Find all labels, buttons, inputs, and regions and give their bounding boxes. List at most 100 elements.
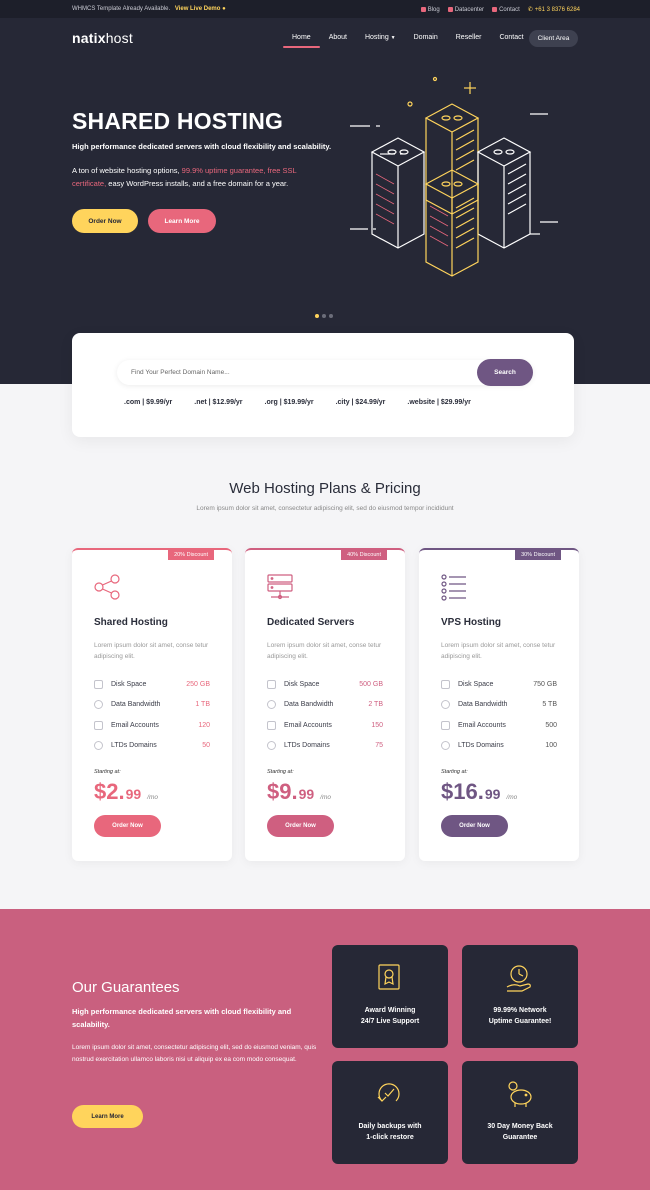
domain-search-button[interactable]: Search — [477, 359, 533, 386]
price-main: $16. — [441, 779, 484, 804]
site-logo[interactable]: natixhost — [72, 30, 133, 46]
price-period: /mo — [320, 794, 332, 801]
server-left — [370, 137, 426, 249]
disk-icon — [267, 679, 276, 689]
hero-desc-end: easy WordPress installs, and a free doma… — [106, 179, 289, 188]
plan-name: VPS Hosting — [441, 617, 502, 628]
feature-label: LTDs Domains — [111, 742, 157, 750]
discount-badge: 40% Discount — [341, 550, 387, 560]
live-demo-link[interactable]: View Live Demo — [175, 6, 221, 12]
feature-value: 2 TB — [368, 701, 383, 709]
starting-label: Starting at: — [94, 769, 121, 775]
server-illustration — [350, 76, 558, 277]
plan-order-button[interactable]: Order Now — [94, 815, 161, 837]
feature-label: Email Accounts — [284, 721, 332, 729]
guarantee-text: 99.99% Network Uptime Guarantee! — [462, 1005, 578, 1027]
hero-order-button[interactable]: Order Now — [72, 209, 138, 233]
price-period: /mo — [506, 794, 518, 801]
disk-icon — [441, 679, 450, 689]
feature-label: Data Bandwidth — [458, 701, 508, 709]
guarantee-line-1: 30 Day Money Back — [487, 1123, 553, 1130]
plan-price: $9. 99/mo — [267, 779, 331, 805]
phone-number: +61 3 8376 6284 — [534, 6, 580, 13]
feature-disk: Disk Space 750 GB — [441, 674, 557, 695]
plan-features: Disk Space 750 GB Data Bandwidth 5 TB Emai… — [441, 674, 557, 756]
tld-com: .com | $9.99/yr — [124, 399, 173, 406]
notice-text: WHMCS Template Already Available. — [72, 6, 171, 12]
clock-hand-icon — [506, 965, 531, 992]
feature-value: 250 GB — [186, 680, 210, 688]
nav-domain[interactable]: Domain — [405, 34, 447, 41]
feature-domains: LTDs Domains 75 — [267, 736, 383, 757]
guarantee-card-moneyback: 30 Day Money Back Guarantee — [462, 1061, 578, 1164]
feature-label: Data Bandwidth — [284, 701, 334, 709]
slider-dot-2[interactable] — [322, 314, 326, 318]
envelope-icon — [441, 720, 450, 730]
phone-link[interactable]: ✆ +61 3 8376 6284 — [528, 6, 580, 14]
contact-link[interactable]: Contact — [492, 7, 520, 13]
main-nav: Home About Hosting ▼ Domain Reseller Con… — [283, 34, 533, 48]
price-period: /mo — [147, 794, 159, 801]
server-right — [476, 137, 532, 249]
slider-dot-3[interactable] — [329, 314, 333, 318]
guarantee-line-1: Award Winning — [364, 1007, 416, 1014]
tld-website: .website | $29.99/yr — [407, 399, 471, 406]
plan-description: Lorem ipsum dolor sit amet, conse tetur … — [267, 642, 382, 660]
server-rack-icon — [267, 574, 293, 600]
hero-description: A ton of website hosting options, 99.9% … — [72, 164, 332, 190]
nav-home[interactable]: Home — [283, 34, 320, 48]
plan-order-button[interactable]: Order Now — [441, 815, 508, 837]
datacenter-link[interactable]: Datacenter — [447, 6, 485, 13]
guarantee-line-2: 24/7 Live Support — [360, 1018, 420, 1025]
nav-reseller[interactable]: Reseller — [447, 34, 491, 41]
feature-bandwidth: Data Bandwidth 5 TB — [441, 695, 557, 716]
guarantee-line-2: Guarantee — [502, 1134, 538, 1141]
plan-card-dedicated: 40% Discount Dedicated Servers Lorem ips… — [245, 548, 405, 861]
guarantee-line-1: 99.99% Network — [493, 1007, 547, 1014]
price-cents: 99 — [125, 786, 142, 802]
feature-value: 500 — [545, 721, 557, 729]
slider-dot-1[interactable] — [315, 314, 319, 318]
nav-hosting-label: Hosting — [364, 34, 389, 41]
discount-badge: 20% Discount — [168, 550, 214, 560]
feature-bandwidth: Data Bandwidth 2 TB — [267, 695, 383, 716]
tld-org: .org | $19.99/yr — [264, 399, 314, 406]
nav-hosting[interactable]: Hosting ▼ — [356, 34, 405, 41]
feature-label: Disk Space — [458, 680, 494, 688]
caret-down-icon: ▼ — [390, 35, 396, 41]
feature-bandwidth: Data Bandwidth 1 TB — [94, 695, 210, 716]
guarantees-learn-button[interactable]: Learn More — [72, 1105, 143, 1128]
domain-search-box — [117, 360, 533, 385]
client-area-button[interactable]: Client Area — [529, 30, 578, 47]
tld-city: .city | $24.99/yr — [335, 399, 386, 406]
decor-lines — [350, 113, 558, 235]
contact-label: Contact — [499, 6, 520, 13]
plan-price: $2. 99/mo — [94, 779, 158, 805]
plans-subtitle: Lorem ipsum dolor sit amet, consectetur … — [196, 505, 454, 512]
share-icon — [94, 574, 120, 600]
nav-about[interactable]: About — [320, 34, 356, 41]
tld-net: .net | $12.99/yr — [194, 399, 243, 406]
price-cents: 99 — [484, 786, 501, 802]
nav-contact[interactable]: Contact — [490, 34, 532, 41]
plan-order-button[interactable]: Order Now — [267, 815, 334, 837]
guarantees-subtitle: High performance dedicated servers with … — [72, 1007, 292, 1029]
gauge-icon — [441, 700, 450, 710]
feature-value: 1 TB — [195, 701, 210, 709]
gauge-icon — [94, 700, 103, 710]
globe-icon — [94, 741, 103, 751]
blog-link[interactable]: Blog — [420, 7, 440, 13]
top-notice: WHMCS Template Already Available. View L… — [72, 6, 226, 12]
starting-label: Starting at: — [267, 769, 294, 775]
domain-search-input[interactable] — [131, 360, 471, 385]
plan-name: Dedicated Servers — [267, 617, 355, 628]
feature-email: Email Accounts 120 — [94, 715, 210, 736]
price-cents: 99 — [298, 786, 315, 802]
guarantee-line-1: Daily backups with — [358, 1123, 422, 1130]
hero-learn-button[interactable]: Learn More — [148, 209, 216, 233]
arrow-circle-icon: ● — [222, 6, 226, 12]
blog-icon — [420, 7, 426, 12]
datacenter-label: Datacenter — [454, 6, 485, 13]
feature-label: Email Accounts — [458, 721, 506, 729]
discount-badge: 30% Discount — [515, 550, 561, 560]
